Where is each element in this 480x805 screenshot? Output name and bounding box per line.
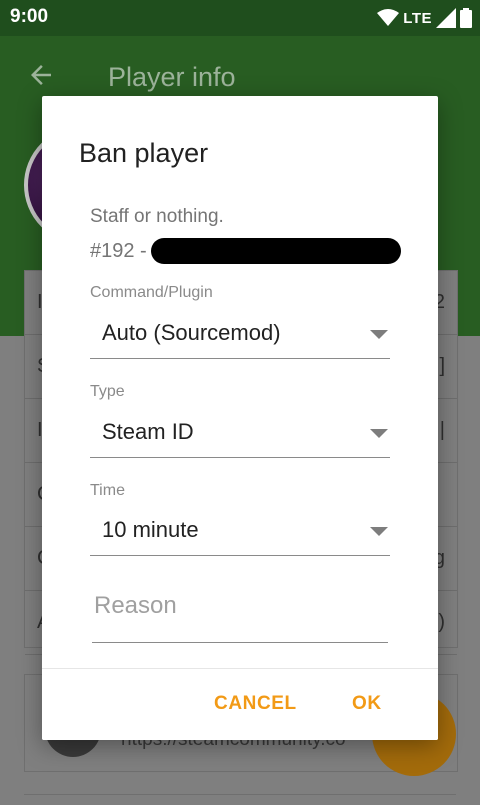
status-time: 9:00: [10, 6, 49, 27]
battery-icon: [460, 8, 472, 28]
reason-field[interactable]: [92, 572, 390, 643]
signal-icon: [436, 8, 456, 28]
staff-text: Staff or nothing.: [90, 206, 224, 227]
dialog-actions: CANCEL OK: [42, 668, 438, 740]
time-select[interactable]: 10 minute: [90, 507, 390, 556]
dropdown-arrow-icon: [370, 527, 388, 536]
row-value: ]: [439, 355, 445, 377]
reason-input[interactable]: [92, 572, 390, 620]
page-title: Player info: [108, 62, 236, 92]
back-arrow-icon[interactable]: [26, 60, 56, 90]
cancel-button[interactable]: CANCEL: [214, 693, 297, 715]
row-value: ): [438, 611, 445, 633]
ban-player-dialog: Ban player Staff or nothing. #192 - Comm…: [42, 96, 438, 740]
command-select[interactable]: Auto (Sourcemod): [90, 310, 390, 359]
type-select[interactable]: Steam ID: [90, 409, 390, 458]
command-value: Auto (Sourcemod): [102, 320, 281, 345]
network-type: LTE: [403, 9, 432, 27]
wifi-icon: [377, 9, 400, 26]
type-value: Steam ID: [102, 419, 194, 444]
dialog-body: Staff or nothing. #192 - Command/Plugin …: [42, 192, 438, 740]
type-label: Type: [90, 383, 125, 400]
time-value: 10 minute: [102, 517, 199, 542]
status-bar: 9:00 LTE: [0, 0, 480, 36]
row-value: |: [439, 419, 445, 441]
ok-button[interactable]: OK: [352, 693, 382, 715]
player-id-prefix: #192 -: [90, 239, 147, 262]
dialog-title: Ban player: [79, 138, 209, 168]
status-icons: LTE: [377, 7, 472, 29]
command-label: Command/Plugin: [90, 284, 213, 301]
time-label: Time: [90, 482, 125, 499]
player-id-line: #192 -: [90, 238, 401, 264]
redacted-name: [150, 238, 401, 264]
dropdown-arrow-icon: [370, 330, 388, 339]
dropdown-arrow-icon: [370, 429, 388, 438]
